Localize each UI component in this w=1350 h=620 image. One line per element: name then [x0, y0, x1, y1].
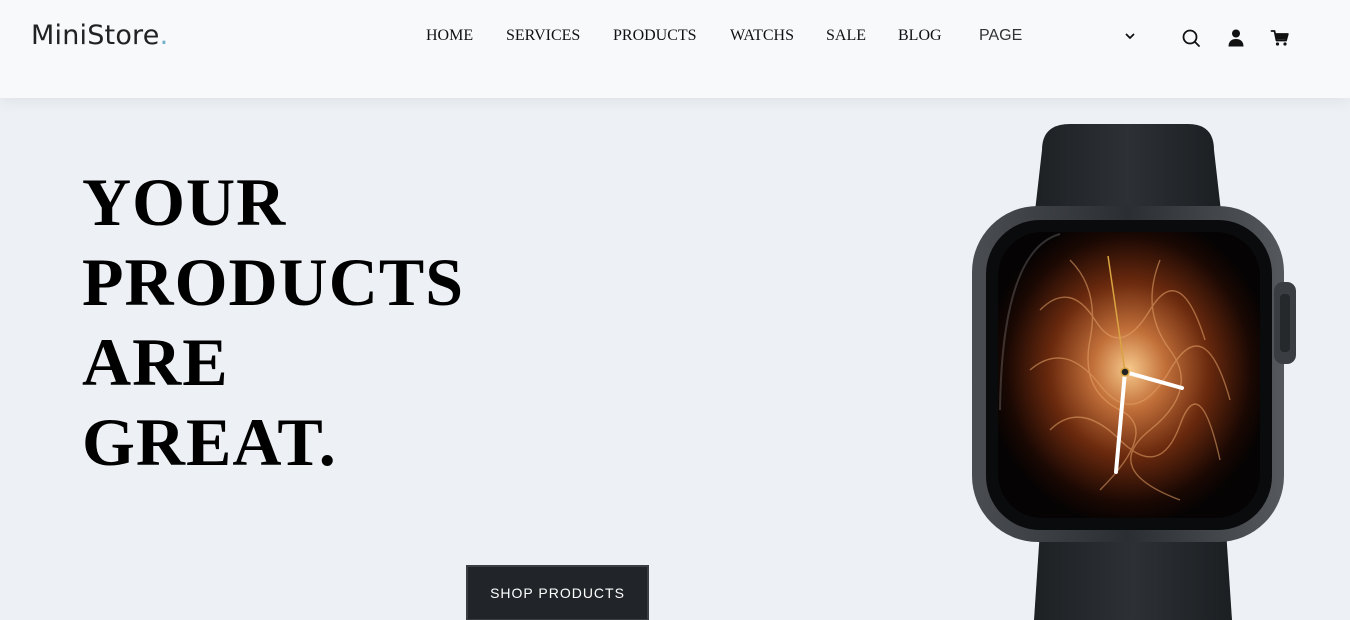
nav-sale[interactable]: SALE: [826, 27, 866, 45]
nav-blog[interactable]: BLOG: [898, 27, 942, 45]
site-header: MiniStore. HOME SERVICES PRODUCTS WATCHS…: [0, 0, 1350, 98]
smartwatch-image: [930, 110, 1350, 620]
nav-services[interactable]: SERVICES: [506, 27, 580, 45]
search-icon[interactable]: [1181, 28, 1201, 48]
user-icon[interactable]: [1226, 28, 1246, 48]
logo-dot: .: [159, 20, 169, 51]
hero-title-line: ARE: [82, 324, 229, 400]
cart-icon[interactable]: [1270, 28, 1290, 48]
hero-title-line: YOUR: [82, 164, 287, 240]
nav-home[interactable]: HOME: [426, 27, 473, 45]
nav-watchs[interactable]: WATCHS: [730, 27, 794, 45]
hero-title-line: PRODUCTS: [82, 244, 465, 320]
chevron-down-icon[interactable]: [1124, 29, 1136, 41]
nav-products[interactable]: PRODUCTS: [613, 27, 697, 45]
logo[interactable]: MiniStore.: [31, 20, 168, 51]
hero-title: YOUR PRODUCTS ARE GREAT.: [82, 162, 464, 482]
shop-products-button[interactable]: SHOP PRODUCTS: [466, 565, 649, 620]
nav-page[interactable]: PAGE: [979, 27, 1022, 45]
hero-title-line: GREAT.: [82, 404, 337, 480]
logo-text: MiniStore: [31, 20, 160, 51]
